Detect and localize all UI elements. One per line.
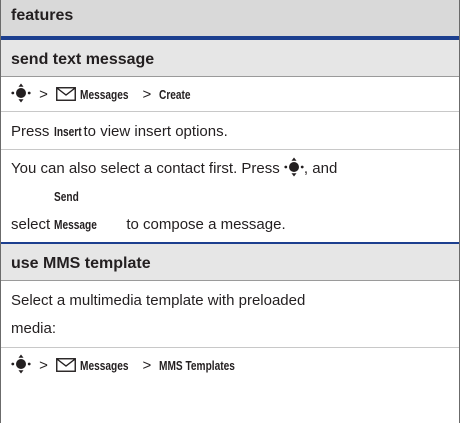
path-separator: > [39,86,48,103]
table-header: features [1,0,459,40]
header-title: features [11,7,74,24]
instruction-text: You can also select a contact first. Pre… [11,160,280,177]
menu-path-row: > Messages > Create [1,77,459,112]
envelope-icon [56,87,77,101]
menu-item-mms-templates: MMS Templates [159,358,236,373]
instruction-row: Press Insert to view insert options. [1,112,459,150]
menu-item-messages: Messages [80,358,129,373]
instruction-text: select [11,216,51,233]
instruction-text: , and [303,160,338,177]
instruction-row: You can also select a contact first. Pre… [1,150,459,242]
path-separator: > [39,357,48,374]
path-separator: > [142,357,152,374]
nav-key-icon [11,83,31,103]
section-title-text: use MMS template [11,255,151,272]
menu-item-create: Create [159,87,191,102]
path-separator: > [142,86,152,103]
features-table: features send text message > Messages > … [0,0,460,423]
instruction-text: to view insert options. [83,123,228,140]
menu-path-row: > Messages > MMS Templates [1,348,459,382]
instruction-text: to compose a message. [126,216,286,233]
key-label-send-message: Send Message [54,189,98,232]
section-title-send-text-message: send text message [1,40,459,77]
description-text: media: [11,320,57,337]
menu-item-messages: Messages [80,87,129,102]
key-label-insert: Insert [53,124,82,139]
nav-key-icon [284,157,304,177]
section-title-text: send text message [11,51,155,68]
description-text: Select a multimedia template with preloa… [11,292,306,309]
nav-key-icon [11,354,31,374]
envelope-icon [56,358,77,372]
instruction-text: Press [11,123,50,140]
section-title-use-mms-template: use MMS template [1,244,459,281]
description-row: Select a multimedia template with preloa… [1,281,459,348]
